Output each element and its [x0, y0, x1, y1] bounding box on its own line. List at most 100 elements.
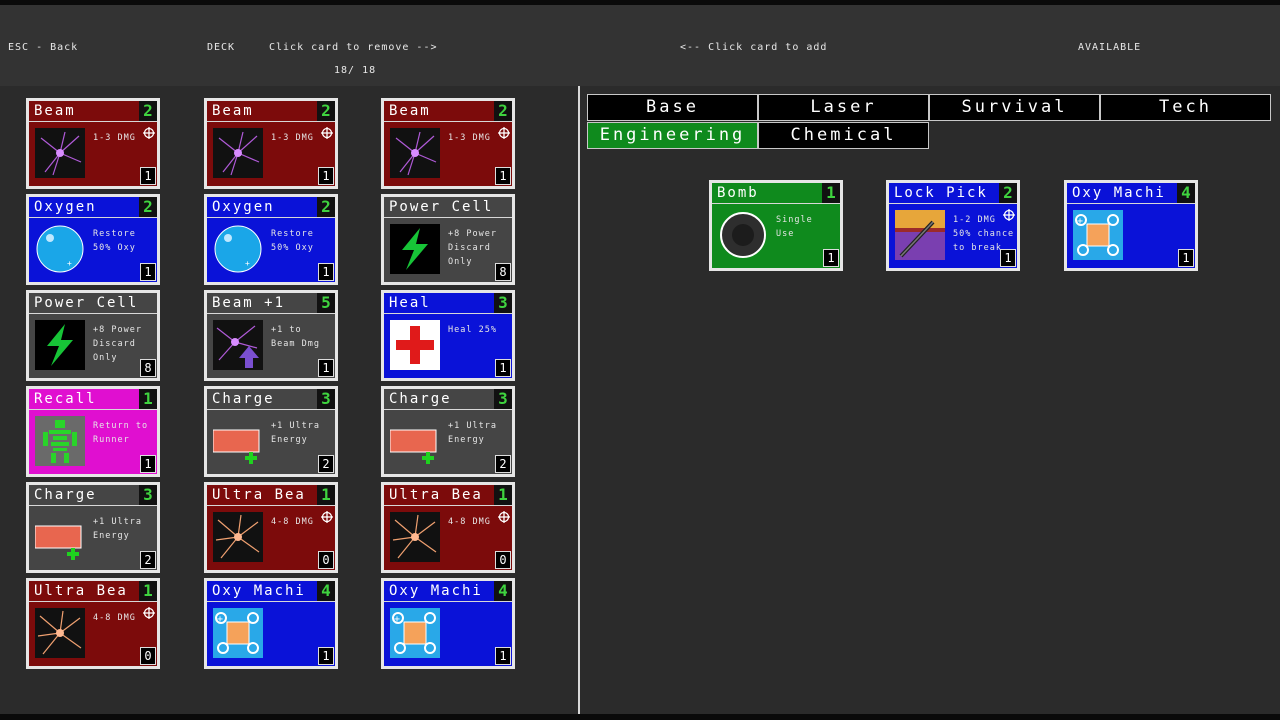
card-cost: 3: [494, 389, 512, 409]
deck-card[interactable]: Power Cell +8 Power Discard Only 8: [26, 290, 160, 381]
deck-card[interactable]: Beam +1 5 +1 to Beam Dmg 1: [204, 290, 338, 381]
card-count: 1: [140, 263, 156, 281]
deck-card[interactable]: Power Cell +8 Power Discard Only 8: [381, 194, 515, 285]
tab-tech[interactable]: Tech: [1100, 94, 1271, 121]
card-count: 1: [318, 647, 334, 665]
card-cost: 1: [139, 389, 157, 409]
deck-card[interactable]: Ultra Bea 1 4-8 DMG 0: [381, 482, 515, 573]
card-description: 1-3 DMG: [271, 133, 314, 143]
deck-card[interactable]: Charge 3 +1 Ultra Energy 2: [26, 482, 160, 573]
card-title: Heal: [389, 295, 431, 311]
card-title: Recall: [34, 391, 97, 407]
card-title: Ultra Bea: [34, 583, 128, 599]
deck-card[interactable]: Beam 2 1-3 DMG 1: [381, 98, 515, 189]
card-description: Single Use: [776, 215, 813, 239]
card-count: 1: [495, 359, 511, 377]
deck-card[interactable]: Oxygen 2 + Restore 50% Oxy 1: [26, 194, 160, 285]
card-description: Restore 50% Oxy: [271, 229, 314, 253]
deck-card[interactable]: Charge 3 +1 Ultra Energy 2: [204, 386, 338, 477]
card-title: Power Cell: [34, 295, 139, 311]
card-title: Beam: [389, 103, 431, 119]
oxygen-machine-icon: +: [213, 608, 263, 658]
tab-chemical[interactable]: Chemical: [758, 122, 929, 149]
card-count: 1: [1000, 249, 1016, 267]
svg-text:+: +: [67, 259, 72, 268]
card-cost: 1: [139, 581, 157, 601]
card-count: 1: [823, 249, 839, 267]
tab-laser[interactable]: Laser: [758, 94, 929, 121]
card-cost: 2: [139, 197, 157, 217]
deck-card[interactable]: Beam 2 1-3 DMG 1: [26, 98, 160, 189]
oxygen-machine-icon: +: [1073, 210, 1123, 260]
deck-card[interactable]: Ultra Bea 1 4-8 DMG 0: [26, 578, 160, 669]
card-description: +1 Ultra Energy: [271, 421, 320, 445]
card-cost: 2: [317, 101, 335, 121]
deck-card[interactable]: Recall 1 Return to Runner 1: [26, 386, 160, 477]
card-title: Charge: [34, 487, 97, 503]
card-cost: 2: [494, 101, 512, 121]
card-description: 4-8 DMG: [271, 517, 314, 527]
card-count: 1: [318, 263, 334, 281]
available-card[interactable]: Oxy Machi 4 +1: [1064, 180, 1198, 271]
back-button[interactable]: ESC - Back: [8, 42, 78, 53]
deck-card[interactable]: Oxy Machi 4 +1: [204, 578, 338, 669]
tab-survival[interactable]: Survival: [929, 94, 1100, 121]
card-cost: 2: [139, 101, 157, 121]
card-cost: 3: [317, 389, 335, 409]
lightning-bolt-icon: [35, 320, 85, 370]
oxygen-machine-icon: +: [390, 608, 440, 658]
ultra-beam-icon: [390, 512, 440, 562]
svg-text:+: +: [1077, 216, 1083, 227]
card-title: Oxygen: [34, 199, 97, 215]
medical-cross-icon: [390, 320, 440, 370]
deck-count: 18/ 18: [334, 65, 377, 76]
card-title: Oxy Machi: [212, 583, 306, 599]
available-card[interactable]: Lock Pick 2 1-2 DMG 50% chance to break 1: [886, 180, 1020, 271]
card-description: Restore 50% Oxy: [93, 229, 136, 253]
card-description: 4-8 DMG: [448, 517, 491, 527]
deck-label: DECK: [207, 42, 236, 53]
card-count: 0: [495, 551, 511, 569]
oxygen-bubble-icon: +: [213, 224, 263, 274]
tab-base[interactable]: Base: [587, 94, 758, 121]
deck-card[interactable]: Oxy Machi 4 +1: [381, 578, 515, 669]
available-label: AVAILABLE: [1078, 42, 1142, 53]
card-description: Heal 25%: [448, 325, 497, 335]
card-count: 2: [140, 551, 156, 569]
card-cost: 3: [494, 293, 512, 313]
ultra-beam-icon: [213, 512, 263, 562]
deck-card[interactable]: Beam 2 1-3 DMG 1: [204, 98, 338, 189]
remove-hint: Click card to remove -->: [269, 42, 438, 53]
deck-card[interactable]: Charge 3 +1 Ultra Energy 2: [381, 386, 515, 477]
card-count: 1: [318, 167, 334, 185]
card-title: Beam +1: [212, 295, 286, 311]
bottom-border: [0, 714, 1280, 720]
card-cost: 1: [822, 183, 840, 203]
card-count: 2: [495, 455, 511, 473]
card-description: +1 to Beam Dmg: [271, 325, 320, 349]
card-title: Ultra Bea: [212, 487, 306, 503]
card-cost: 1: [317, 485, 335, 505]
beam-upgrade-icon: [213, 320, 263, 370]
card-title: Power Cell: [389, 199, 494, 215]
svg-text:+: +: [245, 259, 250, 268]
oxygen-bubble-icon: +: [35, 224, 85, 274]
tab-engineering[interactable]: Engineering: [587, 122, 758, 149]
deck-card[interactable]: Heal 3 Heal 25% 1: [381, 290, 515, 381]
card-count: 1: [140, 167, 156, 185]
target-reticle-icon: [321, 124, 333, 139]
card-count: 0: [140, 647, 156, 665]
target-reticle-icon: [1003, 206, 1015, 221]
deck-card[interactable]: Ultra Bea 1 4-8 DMG 0: [204, 482, 338, 573]
deck-card[interactable]: Oxygen 2 + Restore 50% Oxy 1: [204, 194, 338, 285]
card-count: 1: [495, 167, 511, 185]
available-card[interactable]: Bomb 1 Single Use 1: [709, 180, 843, 271]
add-hint: <-- Click card to add: [680, 42, 828, 53]
svg-text:+: +: [217, 614, 223, 625]
card-cost: 2: [317, 197, 335, 217]
card-title: Charge: [212, 391, 275, 407]
card-cost: 2: [999, 183, 1017, 203]
battery-charge-icon: [213, 416, 263, 466]
card-description: 4-8 DMG: [93, 613, 136, 623]
lock-pick-icon: [895, 210, 945, 260]
